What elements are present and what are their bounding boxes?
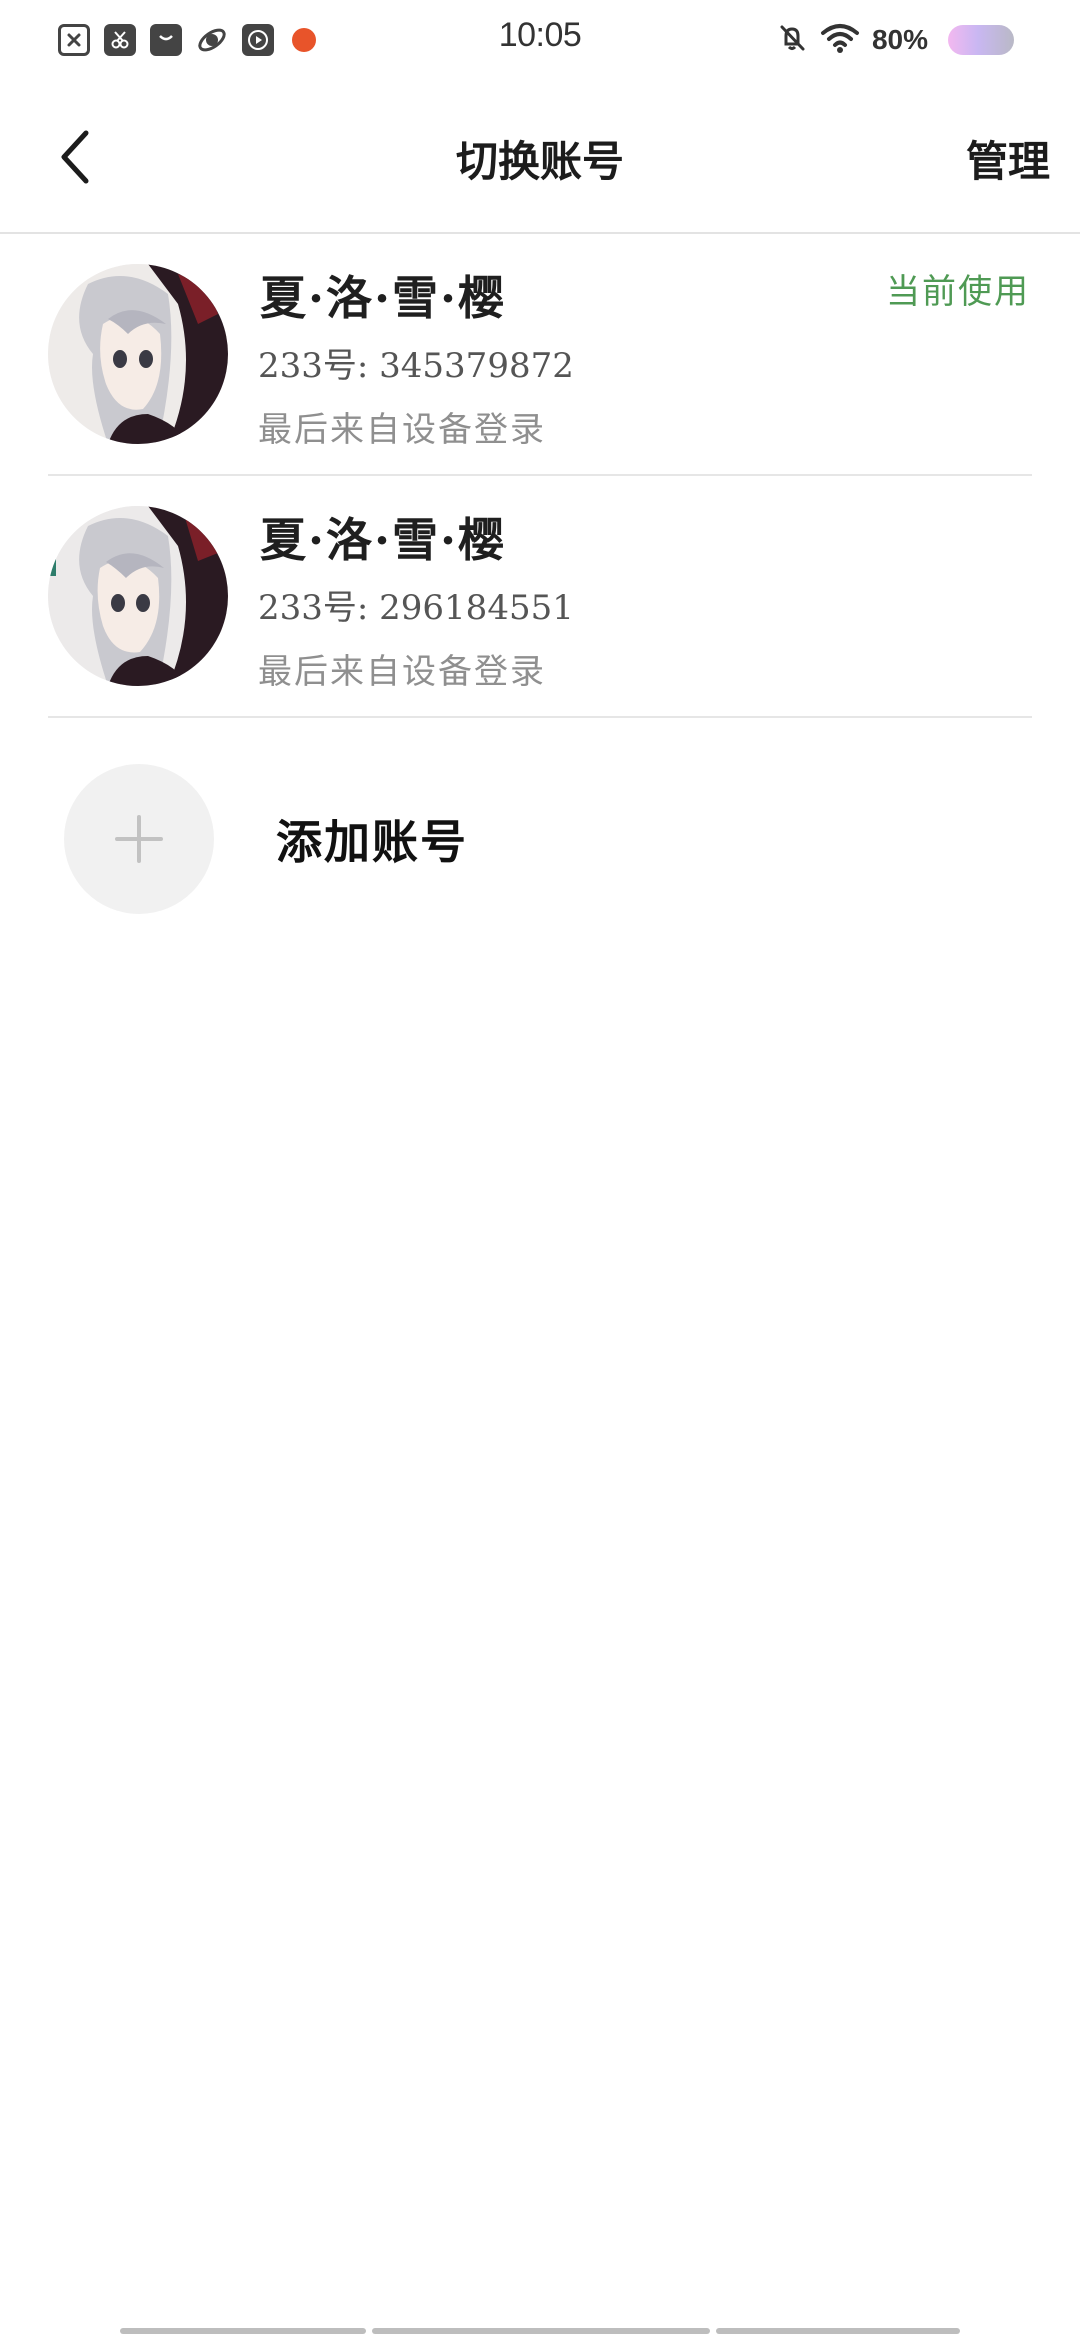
- avatar: [48, 264, 228, 444]
- account-name: 夏·洛·雪·樱: [260, 271, 507, 325]
- account-id: 233号: 345379872: [258, 346, 574, 386]
- page-title: 切换账号: [455, 137, 624, 186]
- wifi-icon: [820, 22, 860, 58]
- current-account-badge: 当前使用: [886, 272, 1030, 312]
- battery-icon: [948, 25, 1014, 55]
- account-id: 233号: 296184551: [258, 588, 574, 628]
- avatar: [48, 506, 228, 686]
- account-login-source: 最后来自设备登录: [258, 410, 546, 450]
- status-bar: 10:05 80%: [0, 0, 1080, 84]
- bell-off-icon: [776, 22, 808, 58]
- manage-button[interactable]: 管理: [966, 128, 1050, 189]
- app-header: 切换账号 管理: [0, 84, 1080, 234]
- gesture-hint-right: [716, 2328, 960, 2334]
- plus-icon: [115, 815, 163, 863]
- account-login-source: 最后来自设备登录: [258, 652, 546, 692]
- add-account-button[interactable]: 添加账号: [0, 718, 1080, 958]
- account-name: 夏·洛·雪·樱: [260, 513, 507, 567]
- gesture-hint-center: [372, 2328, 710, 2334]
- battery-level: 80%: [871, 24, 928, 55]
- add-account-circle: [64, 764, 214, 914]
- add-account-label: 添加账号: [276, 815, 468, 869]
- status-system-icons: 80%: [776, 22, 1014, 58]
- account-list: 夏·洛·雪·樱 233号: 345379872 最后来自设备登录 当前使用 夏·…: [0, 234, 1080, 958]
- account-item[interactable]: 夏·洛·雪·樱 233号: 345379872 最后来自设备登录 当前使用: [0, 234, 1080, 476]
- gesture-hint-left: [120, 2328, 366, 2334]
- account-item[interactable]: 夏·洛·雪·樱 233号: 296184551 最后来自设备登录: [0, 476, 1080, 718]
